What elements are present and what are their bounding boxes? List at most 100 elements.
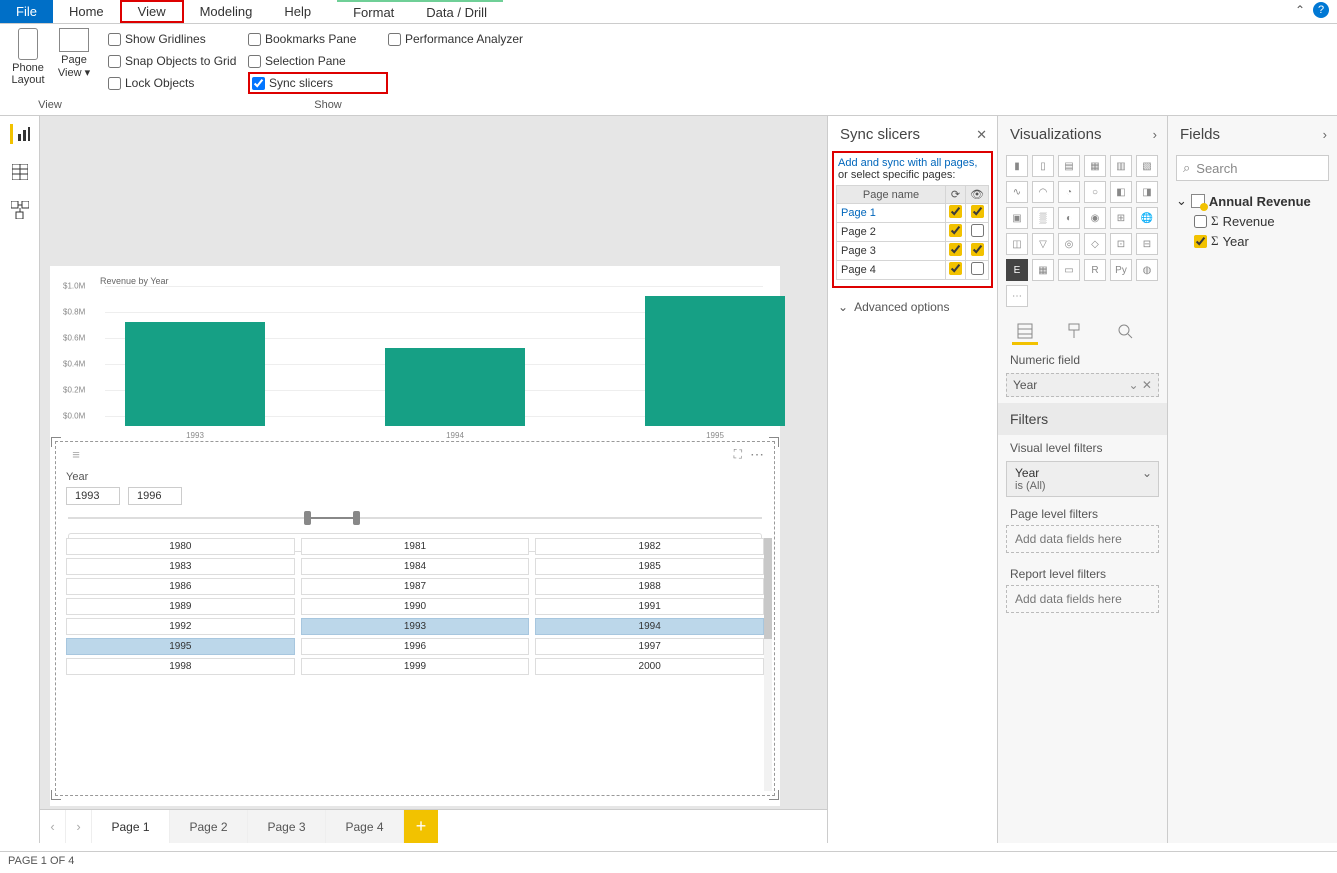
viz-type-25[interactable]: ▦ <box>1032 259 1054 281</box>
tab-view[interactable]: View <box>120 0 184 23</box>
viz-type-23[interactable]: ⊟ <box>1136 233 1158 255</box>
help-icon[interactable]: ? <box>1313 2 1329 18</box>
viz-type-11[interactable]: ◨ <box>1136 181 1158 203</box>
viz-type-27[interactable]: R <box>1084 259 1106 281</box>
sync-check[interactable] <box>949 243 962 256</box>
close-sync-pane-icon[interactable]: ✕ <box>976 127 987 143</box>
viz-type-14[interactable]: ◐ <box>1058 207 1080 229</box>
viz-type-26[interactable]: ▭ <box>1058 259 1080 281</box>
viz-type-12[interactable]: ▣ <box>1006 207 1028 229</box>
year-cell-1988[interactable]: 1988 <box>535 578 764 595</box>
viz-type-20[interactable]: ◎ <box>1058 233 1080 255</box>
focus-mode-icon[interactable]: ⛶ <box>734 447 742 462</box>
viz-type-10[interactable]: ◧ <box>1110 181 1132 203</box>
viz-type-3[interactable]: ▦ <box>1084 155 1106 177</box>
visual-filter-year[interactable]: Year is (All) ⌄ <box>1006 461 1159 497</box>
viz-type-0[interactable]: ▮ <box>1006 155 1028 177</box>
viz-type-19[interactable]: ▽ <box>1032 233 1054 255</box>
viz-type-18[interactable]: ◫ <box>1006 233 1028 255</box>
year-cell-1985[interactable]: 1985 <box>535 558 764 575</box>
page-filters-drop[interactable]: Add data fields here <box>1006 525 1159 553</box>
report-filters-drop[interactable]: Add data fields here <box>1006 585 1159 613</box>
viz-type-28[interactable]: Py <box>1110 259 1132 281</box>
page-next-button[interactable]: › <box>66 810 92 843</box>
year-cell-1995[interactable]: 1995 <box>66 638 295 655</box>
drag-handle-icon[interactable]: ≡ <box>66 447 86 462</box>
viz-type-1[interactable]: ▯ <box>1032 155 1054 177</box>
collapse-ribbon-icon[interactable]: ⌃ <box>1295 3 1305 17</box>
year-slicer[interactable]: ≡ ⛶ ⋯ Year 1993 1996 ⌕ 19 <box>55 441 775 796</box>
viz-type-7[interactable]: ◠ <box>1032 181 1054 203</box>
more-options-icon[interactable]: ⋯ <box>750 446 764 463</box>
year-cell-1999[interactable]: 1999 <box>301 658 530 675</box>
viz-type-6[interactable]: ∿ <box>1006 181 1028 203</box>
slider-handle-left[interactable] <box>304 511 311 525</box>
viz-type-16[interactable]: ⊞ <box>1110 207 1132 229</box>
sync-page-name[interactable]: Page 4 <box>837 261 946 280</box>
visible-check[interactable] <box>971 243 984 256</box>
sync-page-name[interactable]: Page 3 <box>837 242 946 261</box>
viz-type-2[interactable]: ▤ <box>1058 155 1080 177</box>
page-tab-2[interactable]: Page 2 <box>170 810 248 843</box>
range-slider[interactable] <box>68 511 762 525</box>
year-cell-1981[interactable]: 1981 <box>301 538 530 555</box>
fields-tab-icon[interactable] <box>1012 319 1038 345</box>
bar-1995[interactable] <box>645 296 785 426</box>
year-cell-1996[interactable]: 1996 <box>301 638 530 655</box>
check-lock-objects[interactable]: Lock Objects <box>108 72 248 94</box>
year-cell-1986[interactable]: 1986 <box>66 578 295 595</box>
year-cell-1984[interactable]: 1984 <box>301 558 530 575</box>
year-cell-1997[interactable]: 1997 <box>535 638 764 655</box>
viz-type-5[interactable]: ▧ <box>1136 155 1158 177</box>
viz-type-21[interactable]: ◇ <box>1084 233 1106 255</box>
year-cell-1990[interactable]: 1990 <box>301 598 530 615</box>
viz-type-4[interactable]: ▥ <box>1110 155 1132 177</box>
slider-handle-right[interactable] <box>353 511 360 525</box>
check-selection-pane[interactable]: Selection Pane <box>248 50 388 72</box>
add-page-button[interactable]: + <box>404 810 438 843</box>
page-tab-3[interactable]: Page 3 <box>248 810 326 843</box>
sync-all-link[interactable]: Add and sync with all pages <box>838 157 974 169</box>
page-tab-1[interactable]: Page 1 <box>92 810 170 843</box>
data-view-icon[interactable] <box>10 162 30 182</box>
tab-modeling[interactable]: Modeling <box>184 0 269 23</box>
year-cell-1998[interactable]: 1998 <box>66 658 295 675</box>
check-bookmarks-pane[interactable]: Bookmarks Pane <box>248 28 388 50</box>
check-sync-slicers[interactable]: Sync slicers <box>248 72 388 94</box>
bar-1993[interactable] <box>125 322 265 426</box>
range-to-input[interactable]: 1996 <box>128 487 182 505</box>
collapse-viz-icon[interactable]: › <box>1153 127 1157 142</box>
viz-type-17[interactable]: 🌐 <box>1136 207 1158 229</box>
numeric-field-well[interactable]: Year ⌄ ✕ <box>1006 373 1159 397</box>
year-cell-1989[interactable]: 1989 <box>66 598 295 615</box>
page-view-button[interactable]: Page View ▾ <box>56 28 92 86</box>
advanced-options-toggle[interactable]: ⌄Advanced options <box>828 294 997 320</box>
sync-check[interactable] <box>949 205 962 218</box>
fields-search-input[interactable]: ⌕ Search <box>1176 155 1329 181</box>
viz-type-8[interactable]: ◔ <box>1058 181 1080 203</box>
collapse-fields-icon[interactable]: › <box>1323 127 1327 142</box>
check-performance-analyzer[interactable]: Performance Analyzer <box>388 28 548 50</box>
tab-home[interactable]: Home <box>53 0 120 23</box>
table-annual-revenue[interactable]: ⌄ Annual Revenue <box>1176 191 1329 211</box>
sync-check[interactable] <box>949 224 962 237</box>
bar-chart[interactable]: Revenue by Year $0.0M$0.2M$0.4M$0.6M$0.8… <box>55 276 775 436</box>
year-cell-1983[interactable]: 1983 <box>66 558 295 575</box>
slicer-scrollbar[interactable] <box>764 538 772 791</box>
viz-type-22[interactable]: ⊡ <box>1110 233 1132 255</box>
visible-check[interactable] <box>971 262 984 275</box>
bar-1994[interactable] <box>385 348 525 426</box>
format-tab-icon[interactable] <box>1062 319 1088 345</box>
report-canvas[interactable]: Revenue by Year $0.0M$0.2M$0.4M$0.6M$0.8… <box>40 116 827 843</box>
sync-page-name[interactable]: Page 1 <box>837 204 946 223</box>
visible-check[interactable] <box>971 205 984 218</box>
field-revenue[interactable]: ΣRevenue <box>1176 211 1329 231</box>
year-cell-1980[interactable]: 1980 <box>66 538 295 555</box>
year-cell-1987[interactable]: 1987 <box>301 578 530 595</box>
visible-check[interactable] <box>971 224 984 237</box>
year-cell-1994[interactable]: 1994 <box>535 618 764 635</box>
page-prev-button[interactable]: ‹ <box>40 810 66 843</box>
viz-type-29[interactable]: ◍ <box>1136 259 1158 281</box>
tab-help[interactable]: Help <box>268 0 327 23</box>
year-cell-1982[interactable]: 1982 <box>535 538 764 555</box>
